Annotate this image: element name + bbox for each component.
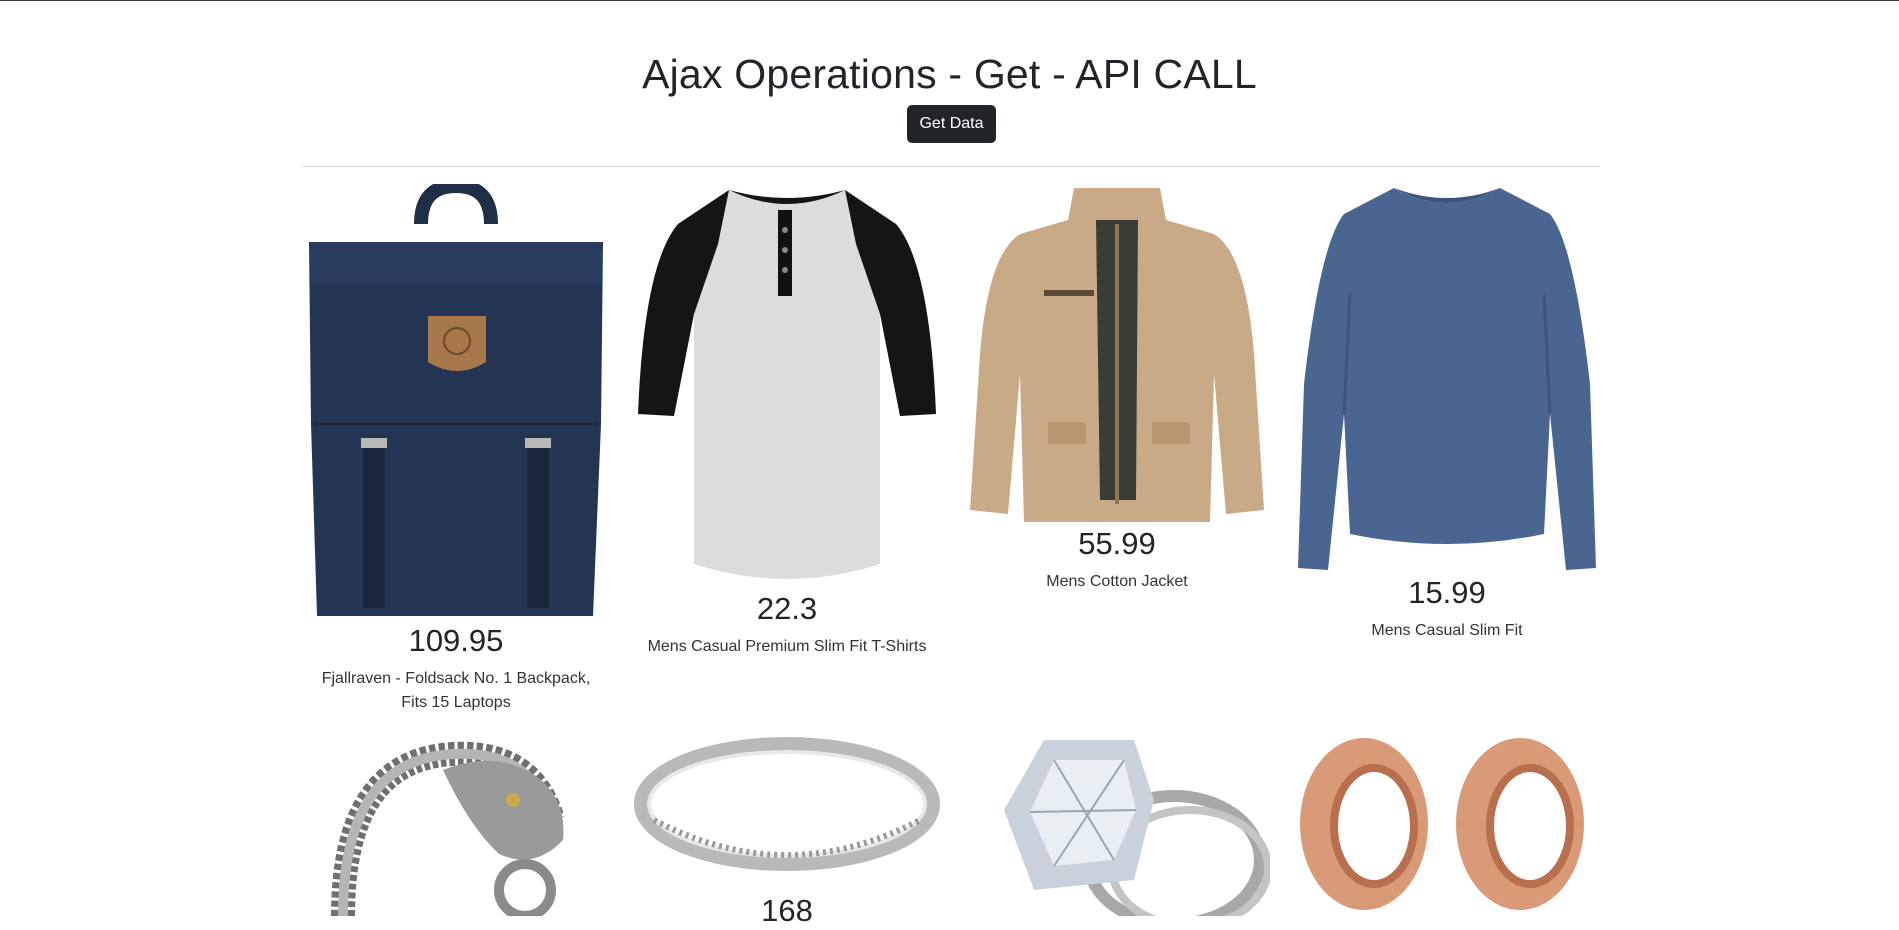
page-title: Ajax Operations - Get - API CALL <box>642 51 1257 97</box>
dragon-chain-bracelet-image <box>303 730 609 916</box>
cotton-jacket-image <box>964 184 1270 524</box>
backpack-image <box>303 184 609 620</box>
get-data-button[interactable]: Get Data <box>907 105 996 143</box>
product-price: 22.3 <box>756 591 818 626</box>
product-card <box>964 730 1270 916</box>
silver-ring-image <box>634 730 940 890</box>
rose-gold-tunnel-plugs-image <box>1294 730 1600 916</box>
product-title: Mens Casual Premium Slim Fit T-Shirts <box>647 638 927 655</box>
product-price: 168 <box>761 893 813 928</box>
product-price: 15.99 <box>1408 575 1486 610</box>
product-card <box>303 730 609 916</box>
product-card: 109.95 Fjallraven - Foldsack No. 1 Backp… <box>303 184 609 719</box>
header-divider <box>303 166 1600 167</box>
diamond-ring-set-image <box>964 730 1270 916</box>
product-card: 22.3 Mens Casual Premium Slim Fit T-Shir… <box>634 184 940 664</box>
product-title: Mens Cotton Jacket <box>1046 573 1188 590</box>
product-card: 15.99 Mens Casual Slim Fit <box>1294 184 1600 644</box>
window-top-border <box>0 0 1899 1</box>
raglan-t-shirt-image <box>634 184 940 588</box>
product-title: Fjallraven - Foldsack No. 1 Backpack, Fi… <box>321 670 591 711</box>
product-card: 168 <box>634 730 940 928</box>
long-sleeve-shirt-image <box>1294 184 1600 572</box>
product-card: 55.99 Mens Cotton Jacket <box>964 184 1270 604</box>
product-card <box>1294 730 1600 916</box>
product-price: 55.99 <box>1078 526 1156 561</box>
product-title: Mens Casual Slim Fit <box>1371 622 1523 639</box>
product-price: 109.95 <box>408 623 504 658</box>
